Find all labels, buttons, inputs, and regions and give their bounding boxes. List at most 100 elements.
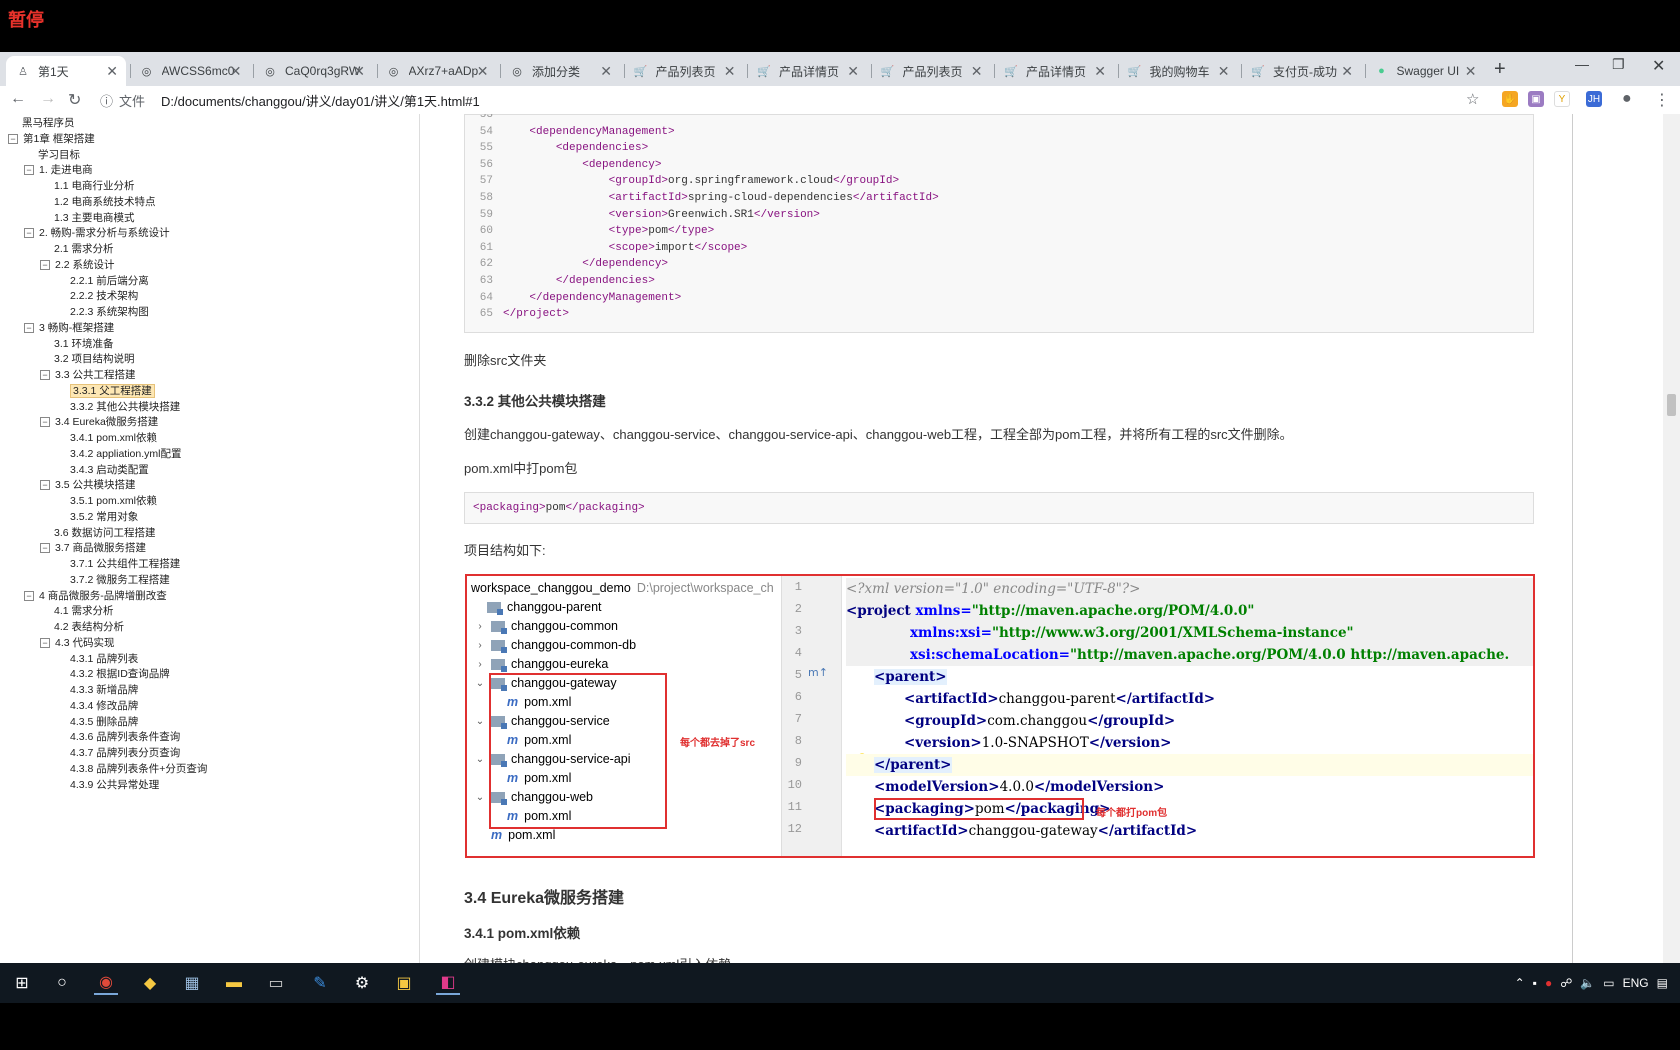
collapse-icon[interactable]: − bbox=[8, 133, 18, 144]
tray-language[interactable]: ENG bbox=[1623, 976, 1649, 990]
tab-2[interactable]: ◎ AWCSS6mc0 ✕ bbox=[129, 56, 250, 86]
toc-item[interactable]: 3.4.3 启动类配置 bbox=[70, 463, 149, 477]
collapse-icon[interactable]: − bbox=[40, 259, 50, 270]
collapse-icon[interactable]: − bbox=[40, 417, 50, 428]
app-taskbar-icon[interactable]: ◆ bbox=[138, 971, 162, 995]
scrollbar-thumb[interactable] bbox=[1667, 394, 1676, 416]
override-marker-icon[interactable]: m↑ bbox=[808, 666, 828, 679]
tab-12[interactable]: ● Swagger UI ✕ bbox=[1364, 56, 1485, 86]
toc-item[interactable]: 1.3 主要电商模式 bbox=[54, 211, 135, 225]
tray-speaker-icon[interactable]: 🔈 bbox=[1580, 976, 1595, 990]
tab-close-icon[interactable]: ✕ bbox=[724, 63, 736, 80]
notification-icon[interactable]: ▤ bbox=[1657, 976, 1668, 990]
toc-item[interactable]: 学习目标 bbox=[38, 148, 80, 162]
toc-item[interactable]: 4.3.1 品牌列表 bbox=[70, 652, 138, 666]
toc-item[interactable]: −3.4 Eureka微服务搭建 bbox=[40, 415, 158, 429]
terminal-taskbar-icon[interactable]: ▭ bbox=[264, 971, 288, 995]
collapse-icon[interactable]: − bbox=[40, 370, 50, 381]
toc-item[interactable]: 4.2 表结构分析 bbox=[54, 620, 124, 634]
tab-7[interactable]: 🛒 产品详情页 ✕ bbox=[747, 56, 867, 86]
info-icon[interactable]: ⓘ bbox=[100, 91, 113, 110]
tree-folder[interactable]: › changgou-common bbox=[473, 616, 618, 636]
toc-item[interactable]: −4 商品微服务-品牌增删改查 bbox=[24, 589, 167, 603]
collapse-icon[interactable]: − bbox=[40, 480, 50, 491]
address-bar[interactable]: ⓘ 文件 D:/documents/changgou/讲义/day01/讲义/第… bbox=[100, 88, 1490, 112]
extension-jh-icon[interactable]: JH bbox=[1586, 91, 1602, 107]
toc-item[interactable]: −3.3 公共工程搭建 bbox=[40, 368, 136, 382]
toc-item[interactable]: 4.3.9 公共异常处理 bbox=[70, 778, 159, 792]
forward-button[interactable]: → bbox=[40, 90, 56, 108]
tab-close-icon[interactable]: ✕ bbox=[353, 63, 365, 80]
chevron-right-icon[interactable]: › bbox=[473, 621, 487, 632]
toc-item[interactable]: −3.7 商品微服务搭建 bbox=[40, 541, 146, 555]
app2-taskbar-icon[interactable]: ▣ bbox=[392, 971, 416, 995]
toc-item[interactable]: 3.5.1 pom.xml依赖 bbox=[70, 494, 157, 508]
toc-item[interactable]: 2.2.1 前后端分离 bbox=[70, 274, 149, 288]
tray-network-icon[interactable]: ☍ bbox=[1560, 976, 1572, 990]
toc-item[interactable]: 3.2 项目结构说明 bbox=[54, 352, 135, 366]
pause-label[interactable]: 暂停 bbox=[8, 6, 44, 32]
tab-close-icon[interactable]: ✕ bbox=[230, 63, 242, 80]
feather-taskbar-icon[interactable]: ✎ bbox=[308, 971, 332, 995]
tab-close-icon[interactable]: ✕ bbox=[1465, 63, 1477, 80]
toc-item[interactable]: 2.1 需求分析 bbox=[54, 242, 114, 256]
collapse-icon[interactable]: − bbox=[24, 228, 34, 239]
collapse-icon[interactable]: − bbox=[24, 165, 34, 176]
tab-4[interactable]: ◎ AXrz7+aADp ✕ bbox=[376, 56, 497, 86]
tray-chevron-icon[interactable]: ⌃ bbox=[1515, 976, 1525, 990]
toc-item[interactable]: 3.6 数据访问工程搭建 bbox=[54, 526, 156, 540]
toc-item[interactable]: 4.3.4 修改品牌 bbox=[70, 699, 138, 713]
tab-6[interactable]: 🛒 产品列表页 ✕ bbox=[623, 56, 744, 86]
new-tab-button[interactable]: + bbox=[1494, 58, 1506, 81]
chevron-down-icon[interactable]: ⌄ bbox=[473, 754, 487, 765]
tab-10[interactable]: 🛒 我的购物车 ✕ bbox=[1117, 56, 1238, 86]
chrome-taskbar-icon[interactable]: ◉ bbox=[94, 971, 118, 995]
toc-item[interactable]: 3.1 环境准备 bbox=[54, 337, 114, 351]
toc-item[interactable]: 4.3.8 品牌列表条件+分页查询 bbox=[70, 762, 207, 776]
toc-item[interactable]: 4.3.6 品牌列表条件查询 bbox=[70, 730, 180, 744]
tray-record-icon[interactable]: ● bbox=[1545, 976, 1552, 990]
tree-folder[interactable]: › changgou-eureka bbox=[473, 654, 608, 674]
explorer-taskbar-icon[interactable]: ▬ bbox=[222, 971, 246, 995]
collapse-icon[interactable]: − bbox=[40, 637, 50, 648]
chevron-down-icon[interactable]: ⌄ bbox=[473, 716, 487, 727]
tab-11[interactable]: 🛒 支付页-成功 ✕ bbox=[1241, 56, 1361, 86]
toc-item[interactable]: 2.2.2 技术架构 bbox=[70, 289, 138, 303]
tab-close-icon[interactable]: ✕ bbox=[477, 63, 489, 80]
tab-close-icon[interactable]: ✕ bbox=[600, 63, 612, 80]
tab-3[interactable]: ◎ CaQ0rq3gRW ✕ bbox=[253, 56, 373, 86]
tree-folder[interactable]: › changgou-common-db bbox=[473, 635, 636, 655]
toc-item[interactable]: 3.7.2 微服务工程搭建 bbox=[70, 573, 170, 587]
tab-close-icon[interactable]: ✕ bbox=[106, 63, 118, 80]
toc-item[interactable]: 4.3.2 根据ID查询品牌 bbox=[70, 667, 170, 681]
toc-item[interactable]: 2.2.3 系统架构图 bbox=[70, 305, 149, 319]
collapse-icon[interactable]: − bbox=[24, 322, 34, 333]
toc-item[interactable]: −3.5 公共模块搭建 bbox=[40, 478, 136, 492]
tab-close-icon[interactable]: ✕ bbox=[847, 63, 859, 80]
menu-kebab-icon[interactable]: ⋮ bbox=[1654, 90, 1670, 110]
tab-close-icon[interactable]: ✕ bbox=[1218, 63, 1230, 80]
toc-item[interactable]: 3.3.2 其他公共模块搭建 bbox=[70, 400, 180, 414]
url-text[interactable]: D:/documents/changgou/讲义/day01/讲义/第1天.ht… bbox=[161, 91, 480, 110]
collapse-icon[interactable]: − bbox=[40, 543, 50, 554]
minimize-button[interactable]: — bbox=[1575, 56, 1589, 72]
toc-item[interactable]: −1. 走进电商 bbox=[24, 163, 93, 177]
chevron-right-icon[interactable]: › bbox=[473, 659, 487, 670]
tab-close-icon[interactable]: ✕ bbox=[1094, 63, 1106, 80]
bookmark-star-icon[interactable]: ☆ bbox=[1466, 90, 1479, 108]
extension-box-icon[interactable]: ▣ bbox=[1528, 91, 1544, 107]
tab-close-icon[interactable]: ✕ bbox=[971, 63, 983, 80]
toc-item[interactable]: 黑马程序员 bbox=[22, 116, 75, 130]
toc-item[interactable]: 1.2 电商系统技术特点 bbox=[54, 195, 156, 209]
toc-item[interactable]: 1.1 电商行业分析 bbox=[54, 179, 135, 193]
toc-item[interactable]: 4.3.5 删除品牌 bbox=[70, 715, 138, 729]
toc-item[interactable]: −2. 畅购-需求分析与系统设计 bbox=[24, 226, 170, 240]
tab-5[interactable]: ◎ 添加分类 ✕ bbox=[500, 56, 620, 86]
tab-8[interactable]: 🛒 产品列表页 ✕ bbox=[870, 56, 991, 86]
toc-item[interactable]: 4.1 需求分析 bbox=[54, 604, 114, 618]
screenshot-taskbar-icon[interactable]: ▦ bbox=[180, 971, 204, 995]
toc-item[interactable]: −4.3 代码实现 bbox=[40, 636, 115, 650]
toc-item[interactable]: −3 畅购-框架搭建 bbox=[24, 321, 114, 335]
restore-button[interactable]: ❐ bbox=[1612, 56, 1625, 73]
toc-item[interactable]: 3.5.2 常用对象 bbox=[70, 510, 138, 524]
